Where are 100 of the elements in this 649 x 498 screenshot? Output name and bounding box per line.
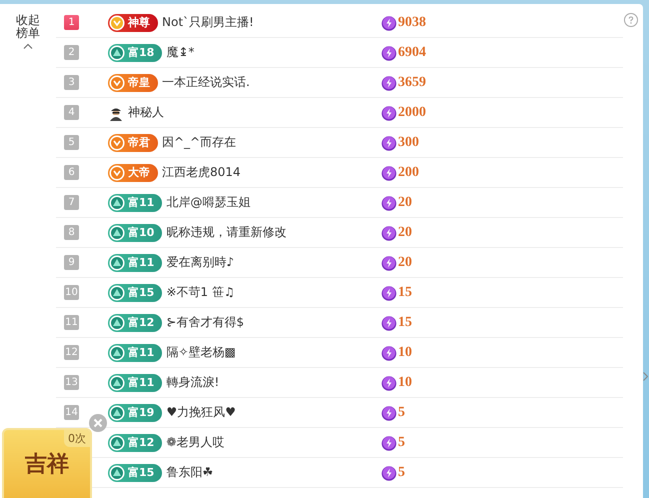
triangle-emblem-icon: [109, 224, 125, 240]
lightning-coin-icon: [381, 194, 397, 210]
user-name: 鲁东阳☘: [166, 464, 214, 481]
contribution-value: 9038: [398, 14, 426, 30]
rank-number: 4: [64, 105, 79, 120]
lightning-coin-icon: [381, 404, 397, 420]
triangle-emblem-icon: [109, 344, 125, 360]
lucky-card[interactable]: 0次 吉祥: [2, 428, 92, 498]
rank-number: 9: [64, 255, 79, 270]
user-name: 北岸@嘚瑟玉姐: [166, 194, 250, 211]
rank-badge: 帝皇: [108, 74, 158, 92]
contribution-value: 3659: [398, 74, 426, 90]
lightning-coin-icon: [381, 134, 397, 150]
triangle-emblem-icon: [109, 284, 125, 300]
card-title: 吉祥: [25, 451, 69, 479]
user-name: Not`只刷男主播!: [162, 14, 254, 31]
triangle-emblem-icon: [109, 434, 125, 450]
contribution-value: 5: [398, 404, 405, 420]
triangle-emblem-icon: [109, 374, 125, 390]
rank-number: 1: [64, 15, 79, 30]
triangle-emblem-icon: [109, 464, 125, 480]
user-name: 江西老虎8014: [162, 164, 241, 181]
contribution-value: 5: [398, 434, 405, 450]
contribution-value: 10: [398, 344, 412, 360]
contribution-value: 2000: [398, 104, 426, 120]
chevron-right-icon[interactable]: [643, 372, 648, 381]
lightning-coin-icon: [381, 74, 397, 90]
triangle-emblem-icon: [109, 404, 125, 420]
triangle-emblem-icon: [109, 194, 125, 210]
count-label: 0次: [64, 430, 90, 447]
rank-badge: 富11: [108, 344, 162, 362]
collapse-list-button[interactable]: 收起榜单: [14, 14, 42, 49]
rank-number: 10: [64, 285, 79, 300]
contribution-value: 20: [398, 254, 412, 270]
medal-emblem-icon: [109, 134, 125, 150]
rank-badge: 大帝: [108, 164, 158, 182]
lightning-coin-icon: [381, 164, 397, 180]
rank-badge: 帝君: [108, 134, 158, 152]
rank-number: 6: [64, 165, 79, 180]
rank-badge: 富15: [108, 284, 162, 302]
medal-emblem-icon: [109, 14, 125, 30]
help-icon[interactable]: [624, 13, 638, 27]
rank-badge: 富10: [108, 224, 162, 242]
close-icon: [93, 418, 103, 428]
contribution-value: 300: [398, 134, 419, 150]
medal-emblem-icon: [109, 74, 125, 90]
contribution-value: 15: [398, 284, 412, 300]
medal-emblem-icon: [109, 164, 125, 180]
lightning-coin-icon: [381, 44, 397, 60]
user-name: 隔✧壁老杨▩: [166, 344, 236, 361]
rank-badge: 富12: [108, 434, 162, 452]
user-name: ❁老男人哎: [166, 434, 224, 451]
lightning-coin-icon: [381, 254, 397, 270]
lightning-coin-icon: [381, 314, 397, 330]
rank-badge: 富11: [108, 254, 162, 272]
lightning-coin-icon: [381, 224, 397, 240]
contribution-value: 5: [398, 464, 405, 480]
rank-badge: 富19: [108, 404, 162, 422]
triangle-emblem-icon: [109, 44, 125, 60]
user-name: 神秘人: [128, 104, 164, 121]
contribution-value: 200: [398, 164, 419, 180]
lightning-coin-icon: [381, 464, 397, 480]
rank-badge: 富15: [108, 464, 162, 482]
rank-number: 12: [64, 345, 79, 360]
user-name: ♥力挽狂风♥: [166, 404, 236, 421]
triangle-emblem-icon: [109, 314, 125, 330]
lightning-coin-icon: [381, 374, 397, 390]
lightning-coin-icon: [381, 284, 397, 300]
lightning-coin-icon: [381, 344, 397, 360]
lightning-coin-icon: [381, 104, 397, 120]
rank-badge: 富18: [108, 44, 162, 62]
caret-up-icon: [23, 43, 33, 49]
triangle-emblem-icon: [109, 254, 125, 270]
rank-number: 5: [64, 135, 79, 150]
user-name: 因^_^而存在: [162, 134, 236, 151]
contribution-value: 15: [398, 314, 412, 330]
rank-number: 14: [64, 405, 79, 420]
contribution-value: 20: [398, 194, 412, 210]
lightning-coin-icon: [381, 14, 397, 30]
contribution-value: 6904: [398, 44, 426, 60]
user-name: 轉身流淚!: [166, 374, 220, 391]
contribution-value: 10: [398, 374, 412, 390]
user-name: 魔↨*: [166, 44, 194, 61]
user-name: ※不苛1 笹♫: [166, 284, 235, 301]
user-name: ⊱有舍才有得$: [166, 314, 244, 331]
rank-number: 3: [64, 75, 79, 90]
rank-badge: 富11: [108, 194, 162, 212]
rank-number: 13: [64, 375, 79, 390]
lightning-coin-icon: [381, 434, 397, 450]
user-name: 昵称违规，请重新修改: [166, 224, 286, 241]
rank-badge: 神尊: [108, 14, 158, 32]
rank-badge: 富12: [108, 314, 162, 332]
contribution-value: 20: [398, 224, 412, 240]
user-name: 一本正经说实话.: [162, 74, 250, 91]
rank-badge: 富11: [108, 374, 162, 392]
rank-number: 7: [64, 195, 79, 210]
rank-number: 2: [64, 45, 79, 60]
rank-number: 11: [64, 315, 79, 330]
user-name: 爱在离别時♪: [166, 254, 234, 271]
rank-number: 8: [64, 225, 79, 240]
